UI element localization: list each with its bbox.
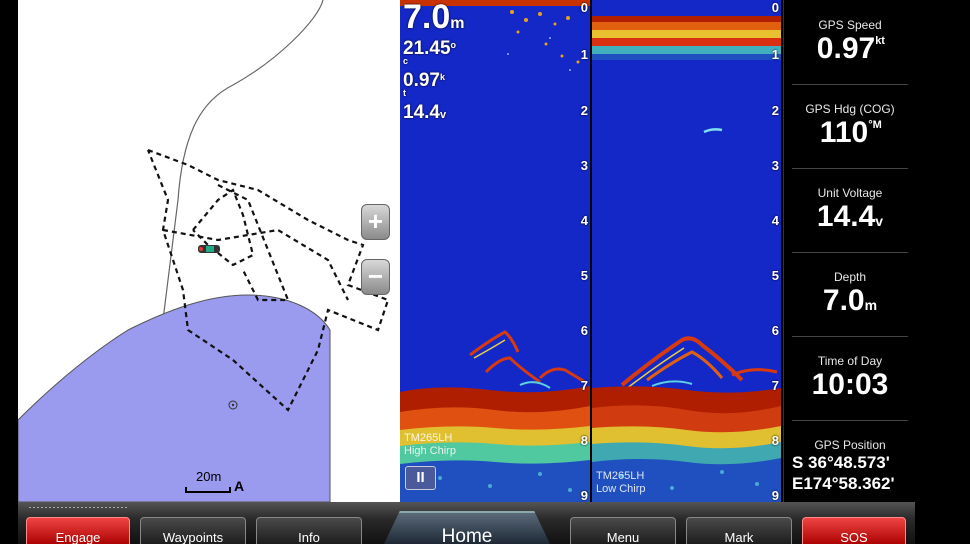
zoom-in-button[interactable]: + (361, 204, 390, 240)
depth-scale-4: 4 (771, 213, 779, 228)
depth-scale-9: 9 (771, 488, 779, 502)
field-title: Unit Voltage (817, 186, 883, 200)
overlay-voltage-unit: v (439, 109, 447, 121)
field-unit: m (864, 297, 878, 313)
menu-button[interactable]: Menu (570, 517, 676, 544)
depth-scale-7: 7 (580, 378, 588, 393)
softkey-grip (28, 506, 128, 509)
depth-scale-3: 3 (580, 158, 588, 173)
zoom-out-button[interactable]: − (361, 259, 390, 295)
field-unit: °M (868, 119, 882, 131)
engage-button[interactable]: Engage (26, 517, 130, 544)
depth-scale-2: 2 (580, 103, 588, 118)
field-divider (792, 420, 908, 421)
data-field-time-of-day[interactable]: Time of Day 10:03 (784, 354, 916, 402)
field-value: 7.0 (822, 284, 865, 317)
depth-scale-1: 1 (771, 47, 779, 62)
data-field-gps-speed[interactable]: GPS Speed 0.97kt (784, 18, 916, 66)
map-scale-label: 20m (196, 469, 222, 484)
field-title: GPS Position (814, 438, 886, 452)
sos-button[interactable]: SOS (802, 517, 906, 544)
depth-scale-7: 7 (771, 378, 779, 393)
overlay-water-temp: 21.45 (403, 38, 451, 59)
waypoints-button[interactable]: Waypoints (140, 517, 246, 544)
depth-scale-8: 8 (771, 433, 779, 448)
data-field-gps-heading[interactable]: GPS Hdg (COG) 110°M (784, 102, 916, 150)
transducer-label-high: TM265LH High Chirp (404, 432, 456, 457)
overlay-voltage: 14.4 (403, 102, 440, 123)
field-title: GPS Speed (818, 18, 882, 32)
data-field-depth[interactable]: Depth 7.0m (784, 270, 916, 318)
field-divider (792, 336, 908, 337)
field-title: Depth (833, 270, 867, 284)
field-divider (792, 84, 908, 85)
info-button[interactable]: Info (256, 517, 362, 544)
depth-scale-9: 9 (580, 488, 588, 502)
boat-position-icon (198, 245, 220, 253)
depth-scale-1: 1 (580, 47, 588, 62)
overlay-depth-value: 7.0 (403, 0, 451, 36)
chart-map-pane[interactable]: + − 20m A (18, 0, 400, 502)
transducer-label-low: TM265LH Low Chirp (596, 470, 646, 495)
home-button[interactable]: Home (383, 511, 551, 544)
gps-longitude: E174°58.362' (792, 474, 895, 493)
chart-map-drawing (18, 0, 390, 502)
sonar-pause-button[interactable]: II (405, 466, 436, 490)
data-field-unit-voltage[interactable]: Unit Voltage 14.4v (784, 186, 916, 234)
depth-scale-5: 5 (771, 268, 779, 283)
gps-latitude: S 36°48.573' (792, 453, 890, 472)
depth-scale-6: 6 (580, 323, 588, 338)
field-unit: v (875, 213, 884, 229)
field-value: 10:03 (811, 368, 889, 401)
sonar-low-chirp-pane[interactable]: TM265LH Low Chirp 0 1 2 3 4 5 6 7 8 9 (592, 0, 781, 502)
depth-scale-0: 0 (771, 0, 779, 15)
depth-scale-5: 5 (580, 268, 588, 283)
field-value: 14.4 (816, 200, 876, 233)
depth-scale-2: 2 (771, 103, 779, 118)
depth-scale-4: 4 (580, 213, 588, 228)
overlay-depth-unit: m (450, 15, 465, 32)
overlay-speed: 0.97 (403, 70, 440, 91)
softkey-bar: Engage Waypoints Info Home Menu Mark SOS (18, 502, 915, 544)
depth-scale-6: 6 (771, 323, 779, 338)
depth-scale-3: 3 (771, 158, 779, 173)
mark-button[interactable]: Mark (686, 517, 792, 544)
sonar-overlay-readout: 7.0m 21.45o c 0.97k t 14.4v (403, 0, 465, 123)
field-title: GPS Hdg (COG) (805, 102, 895, 116)
sonar-low-echo-display (592, 0, 781, 502)
north-arrow-icon: A (234, 478, 245, 494)
field-divider (792, 168, 908, 169)
data-field-gps-position[interactable]: GPS Position S 36°48.573' E174°58.362' (784, 438, 916, 494)
field-value: 0.97 (816, 32, 876, 65)
data-fields-bar[interactable]: GPS Speed 0.97kt GPS Hdg (COG) 110°M Uni… (783, 0, 915, 502)
field-divider (792, 252, 908, 253)
depth-scale-8: 8 (580, 433, 588, 448)
field-title: Time of Day (817, 354, 883, 368)
sonar-high-chirp-pane[interactable]: 7.0m 21.45o c 0.97k t 14.4v TM265LH High C… (400, 0, 590, 502)
field-value: 110 (819, 116, 869, 149)
depth-scale-0: 0 (580, 0, 588, 15)
field-unit: kt (875, 35, 885, 47)
